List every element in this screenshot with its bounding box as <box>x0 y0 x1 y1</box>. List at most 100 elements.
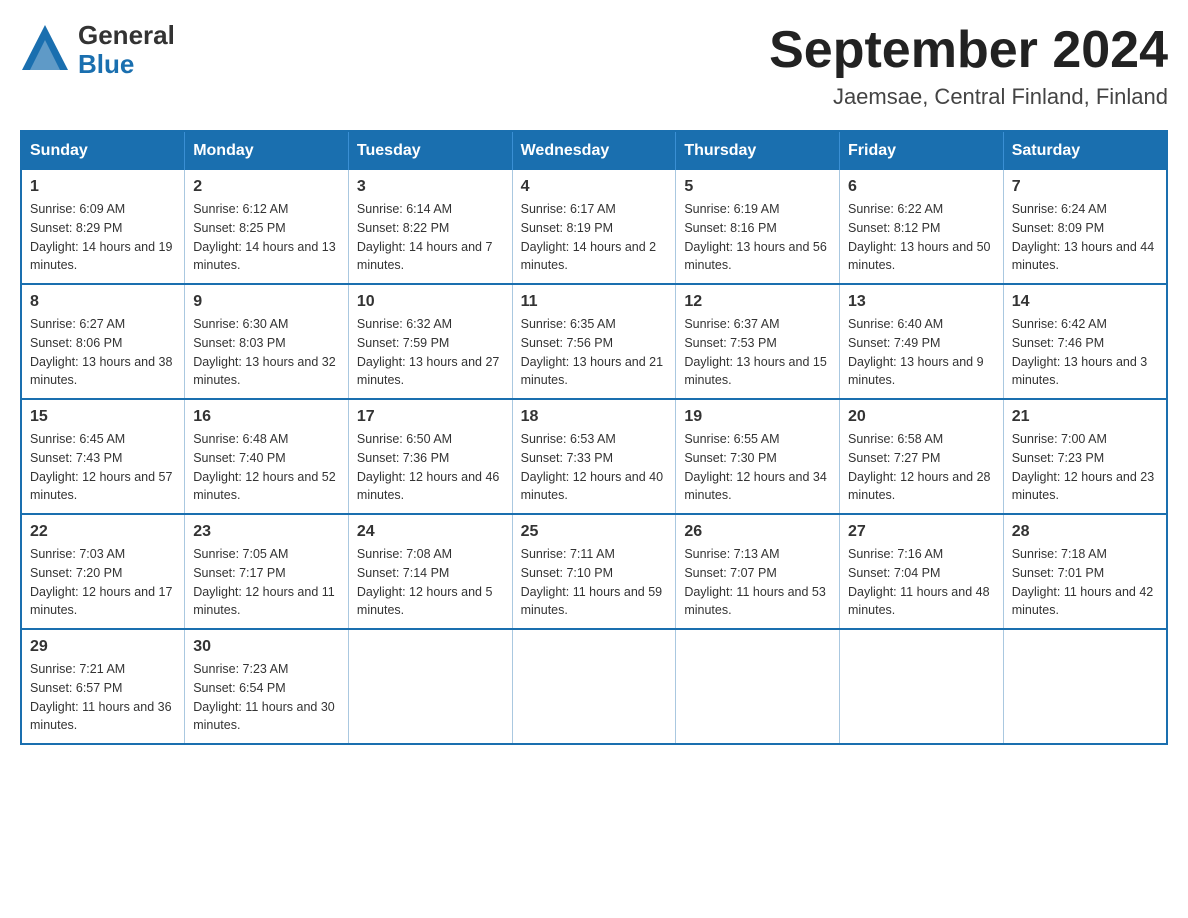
daylight-text: Daylight: 13 hours and 9 minutes. <box>848 355 984 388</box>
sunset-text: Sunset: 7:04 PM <box>848 566 940 580</box>
day-info: Sunrise: 7:08 AM Sunset: 7:14 PM Dayligh… <box>357 545 504 620</box>
logo-words: General Blue <box>78 21 175 78</box>
daylight-text: Daylight: 12 hours and 46 minutes. <box>357 470 499 503</box>
sunrise-text: Sunrise: 6:17 AM <box>521 202 616 216</box>
day-number: 8 <box>30 293 176 311</box>
sunset-text: Sunset: 8:03 PM <box>193 336 285 350</box>
table-row: 20 Sunrise: 6:58 AM Sunset: 7:27 PM Dayl… <box>840 399 1004 514</box>
sunset-text: Sunset: 7:59 PM <box>357 336 449 350</box>
sunrise-text: Sunrise: 6:45 AM <box>30 432 125 446</box>
weekday-header-row: Sunday Monday Tuesday Wednesday Thursday… <box>21 131 1167 170</box>
sunrise-text: Sunrise: 7:21 AM <box>30 662 125 676</box>
sunset-text: Sunset: 8:19 PM <box>521 221 613 235</box>
sunrise-text: Sunrise: 6:09 AM <box>30 202 125 216</box>
daylight-text: Daylight: 13 hours and 21 minutes. <box>521 355 663 388</box>
day-info: Sunrise: 6:24 AM Sunset: 8:09 PM Dayligh… <box>1012 200 1158 275</box>
sunrise-text: Sunrise: 6:48 AM <box>193 432 288 446</box>
daylight-text: Daylight: 13 hours and 32 minutes. <box>193 355 335 388</box>
daylight-text: Daylight: 14 hours and 2 minutes. <box>521 240 657 273</box>
sunrise-text: Sunrise: 6:30 AM <box>193 317 288 331</box>
sunset-text: Sunset: 7:43 PM <box>30 451 122 465</box>
table-row: 3 Sunrise: 6:14 AM Sunset: 8:22 PM Dayli… <box>348 170 512 284</box>
day-number: 3 <box>357 178 504 196</box>
daylight-text: Daylight: 12 hours and 11 minutes. <box>193 585 335 618</box>
sunset-text: Sunset: 8:09 PM <box>1012 221 1104 235</box>
day-info: Sunrise: 6:37 AM Sunset: 7:53 PM Dayligh… <box>684 315 831 390</box>
table-row: 6 Sunrise: 6:22 AM Sunset: 8:12 PM Dayli… <box>840 170 1004 284</box>
table-row: 2 Sunrise: 6:12 AM Sunset: 8:25 PM Dayli… <box>185 170 349 284</box>
sunset-text: Sunset: 8:16 PM <box>684 221 776 235</box>
sunset-text: Sunset: 7:14 PM <box>357 566 449 580</box>
day-number: 13 <box>848 293 995 311</box>
day-info: Sunrise: 7:03 AM Sunset: 7:20 PM Dayligh… <box>30 545 176 620</box>
day-number: 15 <box>30 408 176 426</box>
header-wednesday: Wednesday <box>512 131 676 170</box>
day-number: 19 <box>684 408 831 426</box>
header-tuesday: Tuesday <box>348 131 512 170</box>
day-info: Sunrise: 6:22 AM Sunset: 8:12 PM Dayligh… <box>848 200 995 275</box>
sunrise-text: Sunrise: 6:55 AM <box>684 432 779 446</box>
table-row: 8 Sunrise: 6:27 AM Sunset: 8:06 PM Dayli… <box>21 284 185 399</box>
daylight-text: Daylight: 11 hours and 53 minutes. <box>684 585 826 618</box>
sunset-text: Sunset: 7:36 PM <box>357 451 449 465</box>
table-row: 11 Sunrise: 6:35 AM Sunset: 7:56 PM Dayl… <box>512 284 676 399</box>
daylight-text: Daylight: 12 hours and 28 minutes. <box>848 470 990 503</box>
sunrise-text: Sunrise: 6:24 AM <box>1012 202 1107 216</box>
sunset-text: Sunset: 7:33 PM <box>521 451 613 465</box>
day-number: 6 <box>848 178 995 196</box>
table-row: 9 Sunrise: 6:30 AM Sunset: 8:03 PM Dayli… <box>185 284 349 399</box>
header-sunday: Sunday <box>21 131 185 170</box>
daylight-text: Daylight: 13 hours and 44 minutes. <box>1012 240 1154 273</box>
day-info: Sunrise: 6:14 AM Sunset: 8:22 PM Dayligh… <box>357 200 504 275</box>
table-row <box>348 629 512 744</box>
day-number: 23 <box>193 523 340 541</box>
day-number: 22 <box>30 523 176 541</box>
day-info: Sunrise: 6:58 AM Sunset: 7:27 PM Dayligh… <box>848 430 995 505</box>
day-info: Sunrise: 6:27 AM Sunset: 8:06 PM Dayligh… <box>30 315 176 390</box>
day-info: Sunrise: 6:55 AM Sunset: 7:30 PM Dayligh… <box>684 430 831 505</box>
day-info: Sunrise: 6:40 AM Sunset: 7:49 PM Dayligh… <box>848 315 995 390</box>
day-number: 27 <box>848 523 995 541</box>
logo-general-text: General <box>78 21 175 50</box>
sunrise-text: Sunrise: 7:05 AM <box>193 547 288 561</box>
sunset-text: Sunset: 7:30 PM <box>684 451 776 465</box>
sunset-text: Sunset: 8:22 PM <box>357 221 449 235</box>
table-row: 12 Sunrise: 6:37 AM Sunset: 7:53 PM Dayl… <box>676 284 840 399</box>
day-number: 9 <box>193 293 340 311</box>
location-subtitle: Jaemsae, Central Finland, Finland <box>769 84 1168 110</box>
header-friday: Friday <box>840 131 1004 170</box>
day-info: Sunrise: 7:11 AM Sunset: 7:10 PM Dayligh… <box>521 545 668 620</box>
table-row: 4 Sunrise: 6:17 AM Sunset: 8:19 PM Dayli… <box>512 170 676 284</box>
table-row: 25 Sunrise: 7:11 AM Sunset: 7:10 PM Dayl… <box>512 514 676 629</box>
day-info: Sunrise: 7:00 AM Sunset: 7:23 PM Dayligh… <box>1012 430 1158 505</box>
daylight-text: Daylight: 13 hours and 27 minutes. <box>357 355 499 388</box>
sunset-text: Sunset: 8:06 PM <box>30 336 122 350</box>
daylight-text: Daylight: 13 hours and 56 minutes. <box>684 240 826 273</box>
day-number: 24 <box>357 523 504 541</box>
day-info: Sunrise: 6:53 AM Sunset: 7:33 PM Dayligh… <box>521 430 668 505</box>
day-info: Sunrise: 7:21 AM Sunset: 6:57 PM Dayligh… <box>30 660 176 735</box>
day-info: Sunrise: 6:42 AM Sunset: 7:46 PM Dayligh… <box>1012 315 1158 390</box>
sunrise-text: Sunrise: 7:18 AM <box>1012 547 1107 561</box>
week-row-2: 8 Sunrise: 6:27 AM Sunset: 8:06 PM Dayli… <box>21 284 1167 399</box>
sunrise-text: Sunrise: 7:03 AM <box>30 547 125 561</box>
sunrise-text: Sunrise: 6:27 AM <box>30 317 125 331</box>
sunset-text: Sunset: 8:29 PM <box>30 221 122 235</box>
sunrise-text: Sunrise: 6:53 AM <box>521 432 616 446</box>
table-row <box>512 629 676 744</box>
sunset-text: Sunset: 6:57 PM <box>30 681 122 695</box>
sunrise-text: Sunrise: 6:37 AM <box>684 317 779 331</box>
table-row: 21 Sunrise: 7:00 AM Sunset: 7:23 PM Dayl… <box>1003 399 1167 514</box>
sunset-text: Sunset: 8:12 PM <box>848 221 940 235</box>
table-row: 28 Sunrise: 7:18 AM Sunset: 7:01 PM Dayl… <box>1003 514 1167 629</box>
day-number: 17 <box>357 408 504 426</box>
daylight-text: Daylight: 12 hours and 52 minutes. <box>193 470 335 503</box>
table-row: 27 Sunrise: 7:16 AM Sunset: 7:04 PM Dayl… <box>840 514 1004 629</box>
sunrise-text: Sunrise: 6:35 AM <box>521 317 616 331</box>
logo: General Blue <box>20 20 175 80</box>
sunrise-text: Sunrise: 7:13 AM <box>684 547 779 561</box>
table-row: 10 Sunrise: 6:32 AM Sunset: 7:59 PM Dayl… <box>348 284 512 399</box>
sunrise-text: Sunrise: 6:40 AM <box>848 317 943 331</box>
sunset-text: Sunset: 6:54 PM <box>193 681 285 695</box>
sunset-text: Sunset: 7:17 PM <box>193 566 285 580</box>
